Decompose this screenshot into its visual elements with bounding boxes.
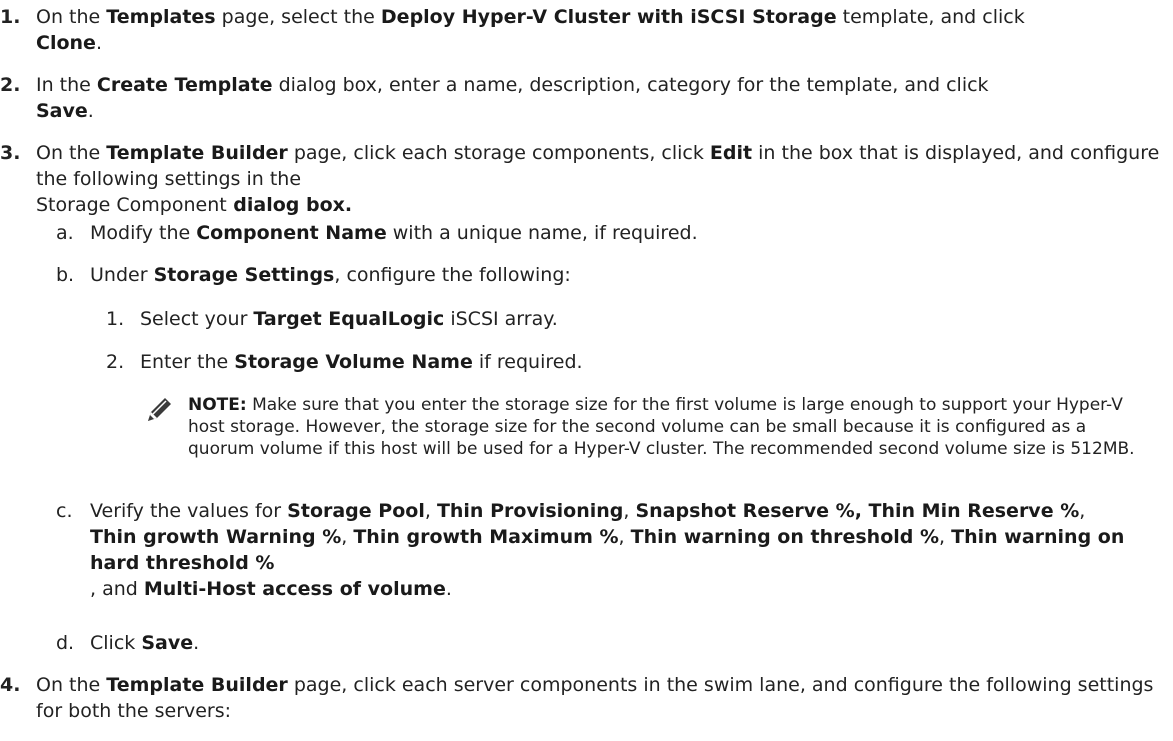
step-text: In the Create Template dialog box, enter… (36, 74, 989, 122)
note-box: NOTE: Make sure that you enter the stora… (144, 394, 1144, 460)
substep-letter: a. (56, 222, 74, 244)
subsubstep-number: 1. (106, 308, 125, 330)
step-text: On the Template Builder page, click each… (36, 674, 1154, 722)
subsubstep-2: 2. Enter the Storage Volume Name if requ… (106, 349, 1170, 375)
substep-d: d. Click Save. (56, 630, 1170, 656)
substep-a: a. Modify the Component Name with a uniq… (56, 220, 1170, 246)
substep-letter: d. (56, 632, 75, 654)
substep-letter: b. (56, 264, 75, 286)
step-text: On the Templates page, select the Deploy… (36, 6, 1025, 54)
substep-b: b. Under Storage Settings, configure the… (56, 262, 1170, 288)
subsubstep-text: Enter the Storage Volume Name if require… (140, 351, 583, 373)
substep-letter: c. (56, 500, 73, 522)
subsubstep-1: 1. Select your Target EqualLogic iSCSI a… (106, 306, 1170, 332)
substep-c: c. Verify the values for Storage Pool, T… (56, 498, 1170, 602)
substep-text: Modify the Component Name with a unique … (90, 222, 698, 244)
substep-text: Verify the values for Storage Pool, Thin… (90, 500, 1125, 600)
substep-text: Under Storage Settings, configure the fo… (90, 264, 571, 286)
subsubstep-number: 2. (106, 351, 125, 373)
substep-text: Click Save. (90, 632, 200, 654)
step-number: 3. (0, 142, 21, 164)
subsubstep-text: Select your Target EqualLogic iSCSI arra… (140, 308, 558, 330)
step-4: 4. On the Template Builder page, click e… (0, 672, 1170, 724)
step-number: 1. (0, 6, 21, 28)
note-text: NOTE: Make sure that you enter the stora… (188, 395, 1135, 459)
step-number: 4. (0, 674, 21, 696)
step-1: 1. On the Templates page, select the Dep… (0, 4, 1170, 56)
step-2: 2. In the Create Template dialog box, en… (0, 72, 1170, 124)
pencil-icon (148, 398, 171, 421)
step-number: 2. (0, 74, 21, 96)
step-3: 3. On the Template Builder page, click e… (0, 140, 1170, 218)
step-text: On the Template Builder page, click each… (36, 142, 1160, 216)
